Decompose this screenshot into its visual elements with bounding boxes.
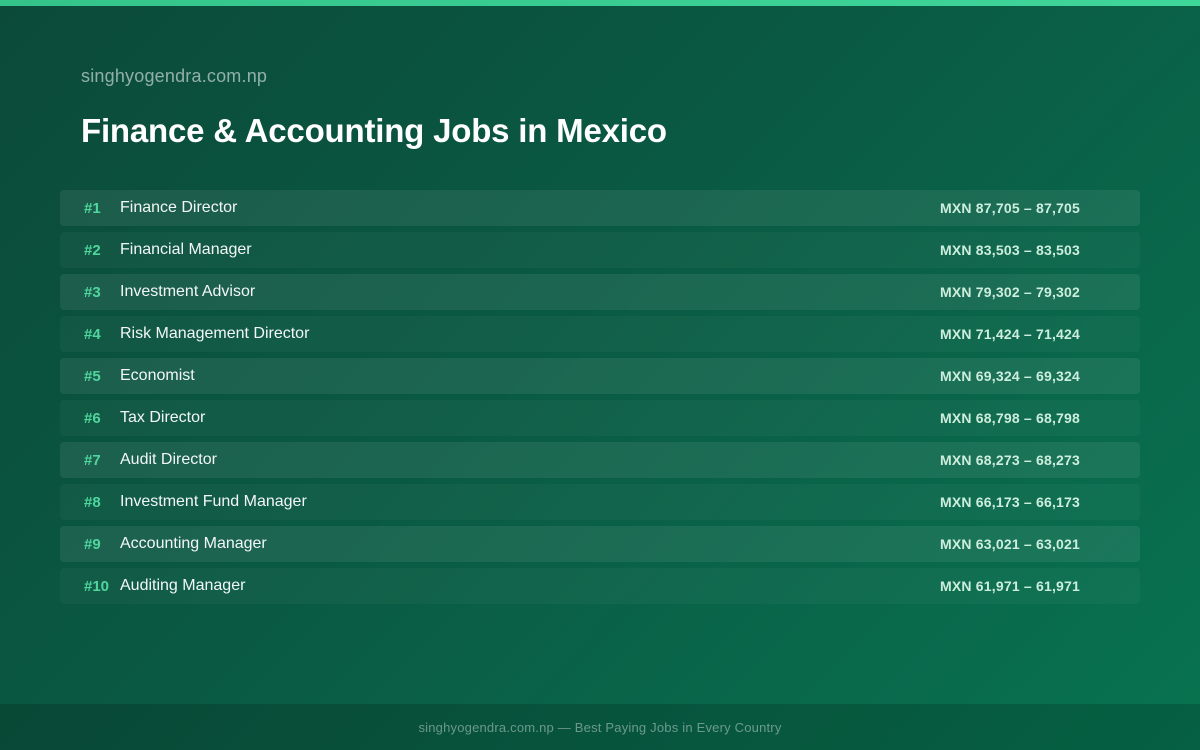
- job-title: Accounting Manager: [120, 535, 267, 552]
- footer-text: singhyogendra.com.np — Best Paying Jobs …: [418, 719, 782, 735]
- job-salary: MXN 79,302 – 79,302: [939, 284, 1080, 300]
- job-row: #9 Accounting Manager MXN 63,021 – 63,02…: [60, 526, 1140, 562]
- page-title: Finance & Accounting Jobs in Mexico: [81, 112, 667, 149]
- job-title: Investment Fund Manager: [120, 493, 307, 510]
- job-title: Financial Manager: [120, 241, 252, 258]
- job-title: Tax Director: [120, 409, 206, 426]
- job-salary: MXN 69,324 – 69,324: [939, 368, 1080, 384]
- job-salary: MXN 61,971 – 61,971: [939, 578, 1080, 594]
- job-title: Auditing Manager: [120, 577, 246, 594]
- job-title: Finance Director: [120, 199, 238, 216]
- job-salary: MXN 87,705 – 87,705: [939, 200, 1080, 216]
- job-rank: #2: [84, 241, 101, 259]
- job-title: Audit Director: [120, 451, 217, 468]
- job-rank: #6: [84, 409, 101, 427]
- job-rank: #4: [84, 325, 101, 343]
- job-row: #10 Auditing Manager MXN 61,971 – 61,971: [60, 568, 1140, 604]
- top-accent-bar: [0, 0, 1200, 6]
- job-title: Economist: [120, 367, 195, 384]
- job-salary: MXN 66,173 – 66,173: [939, 494, 1080, 510]
- job-list: #1 Finance Director MXN 87,705 – 87,705 …: [60, 190, 1140, 610]
- job-salary: MXN 71,424 – 71,424: [939, 326, 1080, 342]
- job-rank: #3: [84, 283, 101, 301]
- site-label: singhyogendra.com.np: [81, 66, 268, 86]
- job-rank: #1: [84, 199, 101, 217]
- job-title: Risk Management Director: [120, 325, 310, 342]
- job-title: Investment Advisor: [120, 283, 256, 300]
- job-rank: #7: [84, 451, 101, 469]
- job-row: #2 Financial Manager MXN 83,503 – 83,503: [60, 232, 1140, 268]
- job-salary: MXN 68,798 – 68,798: [939, 410, 1080, 426]
- job-rank: #9: [84, 535, 101, 553]
- job-row: #1 Finance Director MXN 87,705 – 87,705: [60, 190, 1140, 226]
- footer: singhyogendra.com.np — Best Paying Jobs …: [0, 704, 1200, 750]
- job-row: #5 Economist MXN 69,324 – 69,324: [60, 358, 1140, 394]
- job-row: #6 Tax Director MXN 68,798 – 68,798: [60, 400, 1140, 436]
- job-row: #7 Audit Director MXN 68,273 – 68,273: [60, 442, 1140, 478]
- job-salary: MXN 63,021 – 63,021: [939, 536, 1080, 552]
- job-row: #8 Investment Fund Manager MXN 66,173 – …: [60, 484, 1140, 520]
- job-rank: #8: [84, 493, 101, 511]
- job-row: #4 Risk Management Director MXN 71,424 –…: [60, 316, 1140, 352]
- job-rank: #5: [84, 367, 101, 385]
- job-salary: MXN 83,503 – 83,503: [939, 242, 1080, 258]
- job-rank: #10: [84, 577, 110, 595]
- job-row: #3 Investment Advisor MXN 79,302 – 79,30…: [60, 274, 1140, 310]
- job-salary: MXN 68,273 – 68,273: [939, 452, 1080, 468]
